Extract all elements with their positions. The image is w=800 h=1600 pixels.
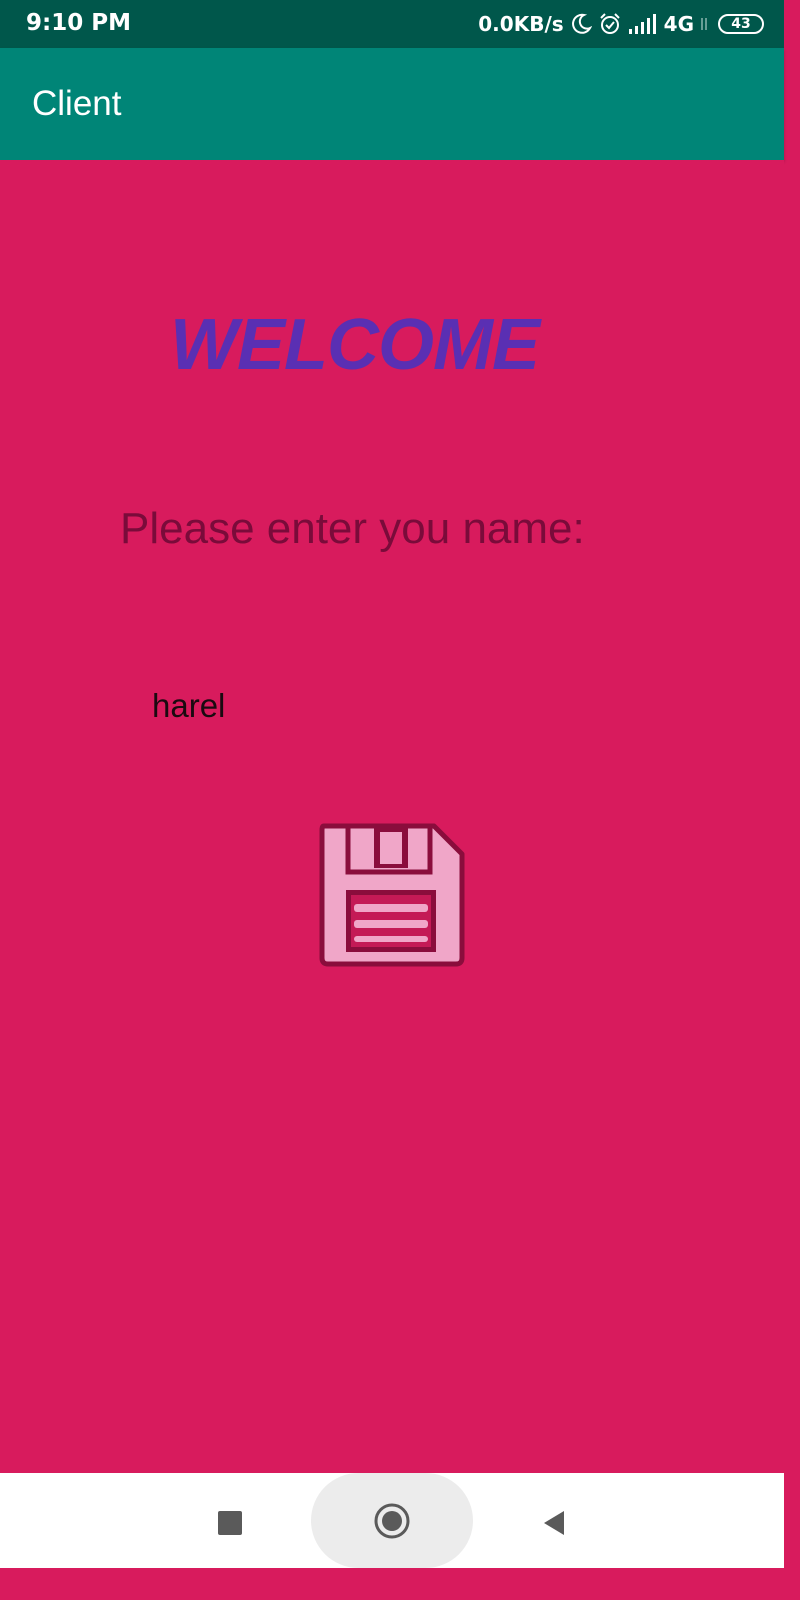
- main-content: WELCOME Please enter you name:: [0, 160, 784, 1473]
- moon-icon: [570, 13, 592, 35]
- app-bar: Client: [0, 48, 784, 160]
- network-type: 4G: [663, 12, 694, 36]
- triangle-back-icon[interactable]: [536, 1505, 572, 1541]
- welcome-heading: WELCOME: [170, 305, 540, 385]
- name-prompt-label: Please enter you name:: [120, 504, 585, 553]
- navigation-bar: [0, 1473, 784, 1568]
- circle-home-icon[interactable]: [370, 1499, 414, 1543]
- square-recents-icon[interactable]: [212, 1505, 248, 1541]
- status-time: 9:10 PM: [26, 10, 131, 36]
- alarm-icon: [598, 12, 622, 36]
- save-button[interactable]: [318, 820, 466, 968]
- status-bar: 9:10 PM 0.0KB/s 4G 43: [0, 0, 784, 48]
- network-speed: 0.0KB/s: [478, 12, 564, 36]
- app-title: Client: [32, 84, 122, 123]
- battery-icon: 43: [718, 14, 764, 34]
- name-input[interactable]: [152, 682, 612, 730]
- data-arrows-icon: [700, 17, 708, 31]
- floppy-disk-save-icon: [319, 823, 465, 967]
- battery-level: 43: [731, 16, 751, 32]
- signal-icon: [628, 13, 658, 35]
- status-icons: 0.0KB/s 4G 43: [478, 8, 764, 40]
